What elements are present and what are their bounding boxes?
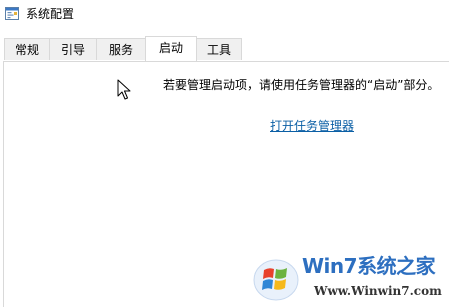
tab-services[interactable]: 服务 xyxy=(96,38,146,60)
tab-tools-label: 工具 xyxy=(206,43,231,57)
windows-logo-icon xyxy=(253,259,299,301)
tab-strip: 常规 引导 服务 启动 工具 xyxy=(0,36,449,62)
tab-general-label: 常规 xyxy=(14,43,39,57)
watermark: Win7系统之家 Www.Winwin7.com xyxy=(248,248,448,306)
tab-boot-label: 引导 xyxy=(60,43,85,57)
tab-startup-label: 启动 xyxy=(158,41,183,55)
tab-boot[interactable]: 引导 xyxy=(49,38,97,60)
open-task-manager-link[interactable]: 打开任务管理器 xyxy=(270,118,354,134)
watermark-url: Www.Winwin7.com xyxy=(314,284,442,298)
tab-tools[interactable]: 工具 xyxy=(196,38,242,60)
tab-general[interactable]: 常规 xyxy=(4,38,50,60)
startup-message: 若要管理启动项，请使用任务管理器的“启动”部分。 xyxy=(163,78,440,92)
title-bar: 系统配置 xyxy=(0,0,449,30)
msconfig-window: 系统配置 常规 引导 服务 启动 工具 若要管理启动项，请使用任务管理器的“启动… xyxy=(0,0,449,307)
window-title: 系统配置 xyxy=(26,7,75,21)
mouse-pointer-icon xyxy=(117,79,131,100)
msconfig-icon xyxy=(5,7,19,20)
tab-services-label: 服务 xyxy=(108,43,133,57)
watermark-brand: Win7系统之家 xyxy=(302,254,436,278)
tab-startup[interactable]: 启动 xyxy=(145,36,197,61)
